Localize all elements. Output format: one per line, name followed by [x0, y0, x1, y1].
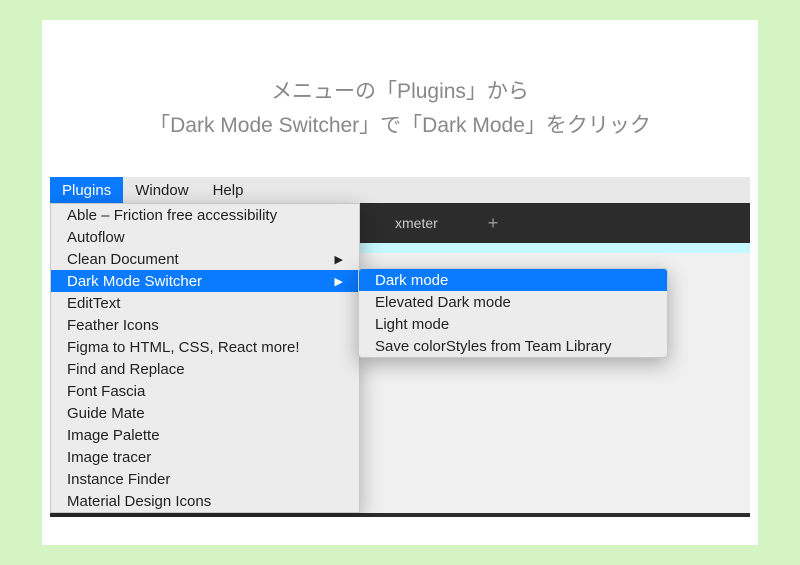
dropdown-item[interactable]: Figma to HTML, CSS, React more!: [51, 336, 359, 358]
dropdown-item[interactable]: Dark Mode Switcher ▶: [51, 270, 359, 292]
plugins-dropdown: Able – Friction free accessibility Autofl…: [50, 203, 360, 513]
dropdown-item-label: Instance Finder: [67, 471, 170, 488]
dropdown-item-label: Clean Document: [67, 251, 179, 268]
dropdown-item[interactable]: Guide Mate: [51, 402, 359, 424]
dropdown-item-label: Material Design Icons: [67, 493, 211, 510]
add-tab-icon[interactable]: +: [488, 213, 499, 234]
dropdown-item[interactable]: EditText: [51, 292, 359, 314]
dropdown-item[interactable]: Autoflow: [51, 226, 359, 248]
dropdown-item-label: Autoflow: [67, 229, 125, 246]
dropdown-item[interactable]: Instance Finder: [51, 468, 359, 490]
menubar-item-help[interactable]: Help: [201, 177, 256, 203]
menubar: Plugins Window Help: [50, 177, 750, 203]
dropdown-item[interactable]: Able – Friction free accessibility: [51, 204, 359, 226]
dropdown-item[interactable]: Clean Document ▶: [51, 248, 359, 270]
caption: メニューの「Plugins」から 「Dark Mode Switcher」で「D…: [42, 20, 758, 177]
dropdown-item[interactable]: Feather Icons: [51, 314, 359, 336]
app-window: Plugins Window Help xmeter + Able – Fric…: [50, 177, 750, 517]
menubar-item-window[interactable]: Window: [123, 177, 200, 203]
dropdown-item-label: Font Fascia: [67, 383, 145, 400]
caption-line-1: メニューの「Plugins」から: [42, 75, 758, 109]
submenu-item-label: Save colorStyles from Team Library: [375, 338, 611, 355]
submenu-item[interactable]: Save colorStyles from Team Library: [359, 335, 667, 357]
dropdown-item[interactable]: Font Fascia: [51, 380, 359, 402]
dropdown-item[interactable]: Find and Replace: [51, 358, 359, 380]
caption-line-2: 「Dark Mode Switcher」で「Dark Mode」をクリック: [42, 109, 758, 143]
submenu-item[interactable]: Elevated Dark mode: [359, 291, 667, 313]
submenu-item[interactable]: Light mode: [359, 313, 667, 335]
submenu-item-label: Dark mode: [375, 272, 448, 289]
tab-label[interactable]: xmeter: [395, 215, 438, 231]
dropdown-item[interactable]: Image Palette: [51, 424, 359, 446]
dropdown-item-label: Guide Mate: [67, 405, 145, 422]
submenu-item[interactable]: Dark mode: [359, 269, 667, 291]
submenu-arrow-icon: ▶: [335, 253, 343, 266]
submenu-item-label: Light mode: [375, 316, 449, 333]
dark-mode-switcher-submenu: Dark mode Elevated Dark mode Light mode Sav…: [358, 268, 668, 358]
dropdown-item-label: Figma to HTML, CSS, React more!: [67, 339, 300, 356]
dropdown-item[interactable]: Image tracer: [51, 446, 359, 468]
dropdown-item-label: Image tracer: [67, 449, 151, 466]
card: メニューの「Plugins」から 「Dark Mode Switcher」で「D…: [42, 20, 758, 545]
dropdown-item-label: Image Palette: [67, 427, 160, 444]
menubar-item-plugins[interactable]: Plugins: [50, 177, 123, 203]
dropdown-item[interactable]: Material Design Icons: [51, 490, 359, 512]
submenu-item-label: Elevated Dark mode: [375, 294, 511, 311]
dropdown-item-label: Find and Replace: [67, 361, 185, 378]
dropdown-item-label: EditText: [67, 295, 120, 312]
dropdown-item-label: Feather Icons: [67, 317, 159, 334]
dropdown-item-label: Able – Friction free accessibility: [67, 207, 277, 224]
dropdown-item-label: Dark Mode Switcher: [67, 273, 202, 290]
submenu-arrow-icon: ▶: [335, 275, 343, 288]
